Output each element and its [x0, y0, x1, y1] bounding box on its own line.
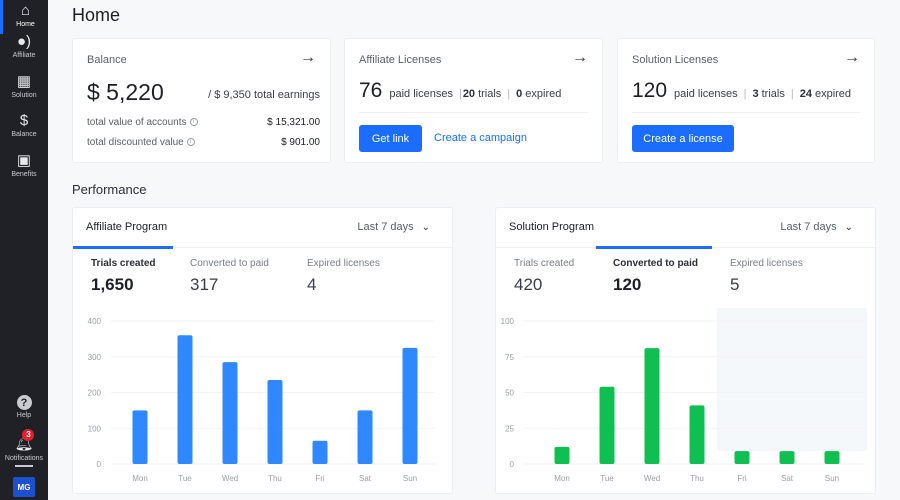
- x-tick-label: Sat: [781, 474, 794, 483]
- stat-trials-created[interactable]: Trials created 420: [514, 258, 574, 295]
- x-tick-label: Sun: [403, 474, 417, 483]
- performance-title: Performance: [72, 182, 147, 197]
- solution-licenses-card: Solution Licenses → 120 paid licenses | …: [617, 38, 875, 163]
- stat-converted-to-paid[interactable]: Converted to paid 120: [613, 258, 698, 295]
- affiliate-licenses-card: Affiliate Licenses → 76 paid licenses | …: [344, 38, 603, 163]
- sidebar-item-balance[interactable]: $ Balance: [0, 106, 48, 144]
- y-tick-label: 25: [505, 424, 514, 433]
- x-tick-label: Wed: [222, 474, 238, 483]
- y-tick-label: 75: [505, 353, 514, 362]
- notification-badge: 3: [22, 428, 35, 441]
- bar-fri: [312, 440, 328, 464]
- balance-title: Balance: [87, 54, 127, 66]
- active-tab-indicator: [73, 246, 173, 249]
- affiliate-licenses-title: Affiliate Licenses: [359, 54, 442, 66]
- bar-sun: [824, 451, 840, 464]
- x-tick-label: Tue: [178, 474, 192, 483]
- sidebar-item-benefits[interactable]: ▣ Benefits: [0, 146, 48, 184]
- bar-sat: [357, 410, 373, 464]
- affiliate-licenses-summary: 76 paid licenses | 20 trials | 0 expired: [359, 79, 562, 102]
- y-tick-label: 200: [88, 389, 102, 398]
- bar-sat: [779, 451, 795, 464]
- sidebar-divider: [15, 465, 33, 467]
- x-tick-label: Mon: [554, 474, 570, 483]
- y-tick-label: 0: [510, 460, 515, 469]
- y-tick-label: 100: [88, 424, 102, 433]
- create-license-button[interactable]: Create a license: [632, 125, 734, 152]
- x-tick-label: Sat: [359, 474, 372, 483]
- bar-tue: [599, 386, 615, 464]
- get-link-button[interactable]: Get link: [359, 125, 422, 152]
- info-icon[interactable]: i: [189, 118, 198, 127]
- solution-program-title: Solution Program: [509, 221, 594, 233]
- balance-amount: $ 5,220: [87, 79, 164, 105]
- sidebar-item-affiliate[interactable]: ●) Affiliate: [0, 27, 48, 65]
- solution-program-card: Solution Program Last 7 days ⌄ Trials cre…: [495, 207, 876, 494]
- solution-bar-chart: 0 25 50 75 100 Mon Tue Wed Thu Fri Sat Sun: [501, 308, 867, 483]
- total-value-row: total value of accounts i $ 15,321.00: [87, 117, 320, 128]
- building-icon: ▦: [16, 72, 32, 90]
- hover-overlay: [717, 308, 867, 451]
- bar-mon: [554, 446, 570, 464]
- affiliate-program-header: Affiliate Program Last 7 days ⌄: [73, 208, 452, 248]
- period-dropdown[interactable]: Last 7 days ⌄: [780, 221, 853, 233]
- chevron-down-icon: ⌄: [421, 222, 430, 233]
- bar-tue: [177, 335, 193, 464]
- sidebar-item-solution[interactable]: ▦ Solution: [0, 67, 48, 105]
- arrow-right-icon[interactable]: →: [572, 49, 588, 67]
- create-campaign-link[interactable]: Create a campaign: [434, 132, 527, 144]
- x-tick-label: Mon: [132, 474, 148, 483]
- bar-fri: [734, 451, 750, 464]
- period-dropdown[interactable]: Last 7 days ⌄: [357, 221, 430, 233]
- x-tick-label: Sun: [825, 474, 839, 483]
- avatar[interactable]: MG: [13, 477, 35, 497]
- sidebar: ⌂ Home ●) Affiliate ▦ Solution $ Balance…: [0, 0, 48, 500]
- affiliate-bar-chart: 0 100 200 300 400 Mon Tue Wed Thu Fri Sat Sun: [88, 317, 435, 483]
- chevron-down-icon: ⌄: [844, 222, 853, 233]
- solution-licenses-summary: 120 paid licenses | 3 trials | 24 expire…: [632, 79, 852, 102]
- stat-trials-created[interactable]: Trials created 1,650: [91, 258, 155, 295]
- y-tick-label: 400: [88, 317, 102, 326]
- solution-program-header: Solution Program Last 7 days ⌄: [496, 208, 875, 248]
- dollar-icon: $: [19, 111, 29, 129]
- active-tab-indicator: [596, 246, 712, 249]
- balance-card: Balance → $ 5,220 / $ 9,350 total earnin…: [72, 38, 331, 163]
- sidebar-item-notifications[interactable]: 🔔︎ 3 Notifications: [0, 428, 48, 467]
- bar-wed: [644, 348, 660, 464]
- x-tick-label: Wed: [644, 474, 660, 483]
- y-tick-label: 50: [505, 389, 514, 398]
- bar-wed: [222, 362, 238, 464]
- bar-mon: [132, 410, 148, 464]
- total-earnings: / $ 9,350 total earnings: [208, 89, 320, 101]
- y-tick-label: 0: [97, 460, 102, 469]
- x-tick-label: Tue: [600, 474, 614, 483]
- y-tick-label: 300: [88, 353, 102, 362]
- arrow-right-icon[interactable]: →: [300, 49, 316, 67]
- x-tick-label: Thu: [268, 474, 282, 483]
- x-tick-label: Thu: [690, 474, 704, 483]
- stat-expired-licenses[interactable]: Expired licenses 4: [307, 258, 380, 295]
- bar-thu: [267, 379, 283, 464]
- x-tick-label: Fri: [737, 474, 747, 483]
- affiliate-program-card: Affiliate Program Last 7 days ⌄ Trials cr…: [72, 207, 453, 494]
- stat-expired-licenses[interactable]: Expired licenses 5: [730, 258, 803, 295]
- bar-thu: [689, 405, 705, 464]
- y-tick-label: 100: [501, 317, 515, 326]
- help-icon: ?: [16, 395, 32, 410]
- x-tick-label: Fri: [315, 474, 325, 483]
- sidebar-item-help[interactable]: ? Help: [0, 388, 48, 426]
- bar-sun: [402, 347, 418, 464]
- stat-converted-to-paid[interactable]: Converted to paid 317: [190, 258, 269, 295]
- affiliate-icon: ●): [16, 32, 32, 50]
- affiliate-program-title: Affiliate Program: [86, 221, 168, 233]
- page-title: Home: [72, 5, 121, 25]
- ticket-star-icon: ▣: [16, 151, 32, 169]
- home-icon: ⌂: [20, 1, 31, 19]
- solution-licenses-title: Solution Licenses: [632, 54, 719, 66]
- info-icon[interactable]: i: [186, 138, 195, 147]
- divider: [632, 112, 860, 113]
- arrow-right-icon[interactable]: →: [844, 49, 860, 67]
- discounted-value-row: total discounted value i $ 901.00: [87, 137, 320, 148]
- divider: [359, 112, 588, 113]
